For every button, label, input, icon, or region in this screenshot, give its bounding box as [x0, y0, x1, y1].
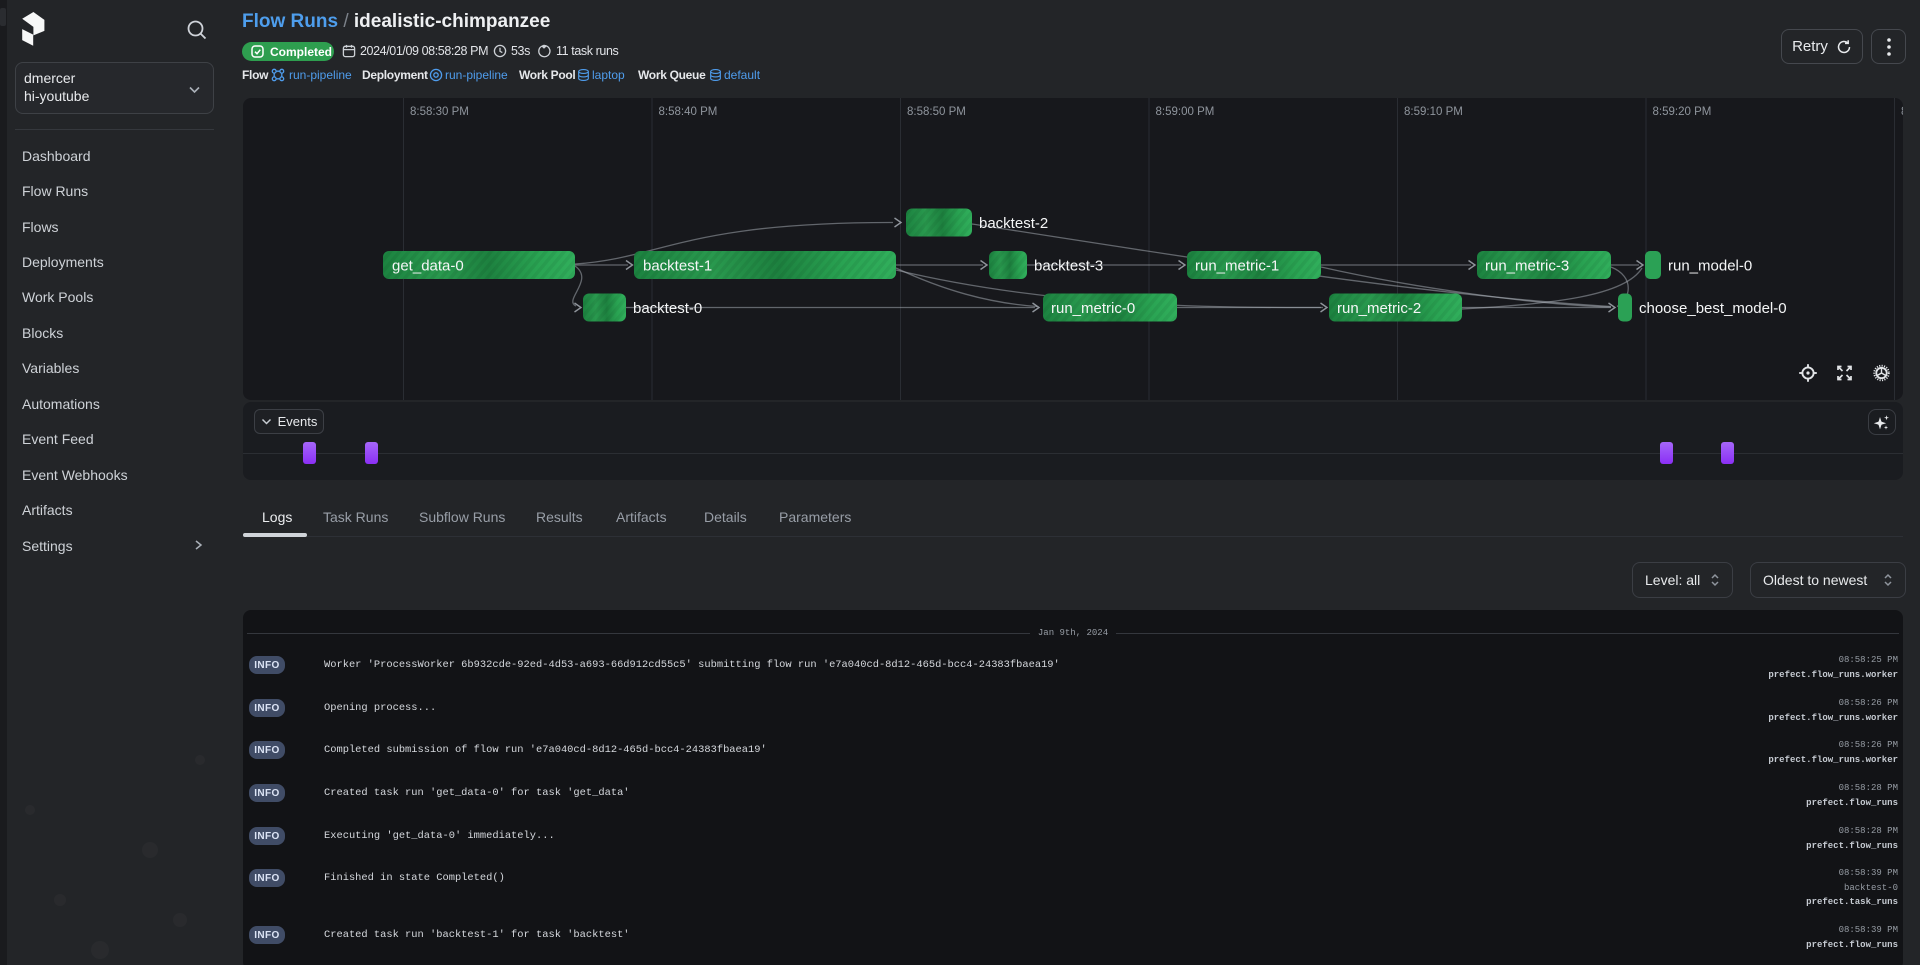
svg-text:run_model-0: run_model-0	[1668, 258, 1752, 275]
svg-text:8:59:00 PM: 8:59:00 PM	[1156, 106, 1215, 118]
svg-text:8:59:10 PM: 8:59:10 PM	[1404, 106, 1463, 118]
svg-text:backtest-1: backtest-1	[643, 258, 712, 275]
svg-text:backtest-2: backtest-2	[979, 215, 1048, 232]
svg-text:choose_best_model-0: choose_best_model-0	[1639, 300, 1787, 317]
svg-text:get_data-0: get_data-0	[392, 258, 464, 275]
svg-text:run_metric-2: run_metric-2	[1337, 300, 1421, 317]
svg-text:8:58:50 PM: 8:58:50 PM	[907, 106, 966, 118]
svg-text:backtest-3: backtest-3	[1034, 258, 1103, 275]
svg-text:run_metric-3: run_metric-3	[1485, 258, 1569, 275]
svg-text:8:59:20 PM: 8:59:20 PM	[1653, 106, 1712, 118]
svg-text:run_metric-1: run_metric-1	[1195, 258, 1279, 275]
svg-text:8: 8	[1901, 106, 1903, 118]
svg-text:8:58:30 PM: 8:58:30 PM	[410, 106, 469, 118]
svg-text:backtest-0: backtest-0	[633, 300, 702, 317]
svg-text:8:58:40 PM: 8:58:40 PM	[659, 106, 718, 118]
svg-text:run_metric-0: run_metric-0	[1051, 300, 1135, 317]
